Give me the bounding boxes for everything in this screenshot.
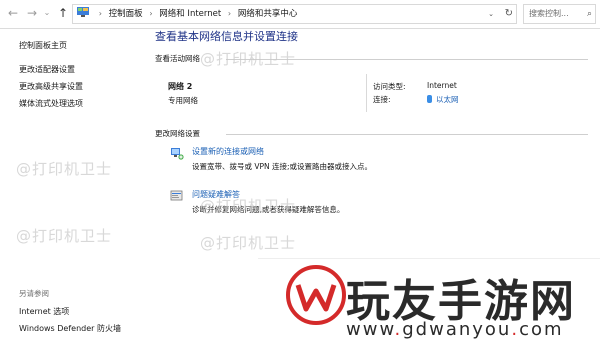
setup-new-connection-link[interactable]: 设置新的连接或网络: [192, 146, 264, 157]
section-divider: [226, 59, 588, 60]
section-divider: [226, 134, 588, 135]
promo-banner: 玩友手游网 www.gdwanyou.com: [258, 258, 600, 347]
change-settings-label: 更改网络设置: [155, 129, 200, 138]
search-icon[interactable]: ⌕: [587, 5, 592, 23]
troubleshoot-problems-link[interactable]: 问题疑难解答: [192, 189, 240, 200]
breadcrumb[interactable]: › 控制面板 › 网络和 Internet › 网络和共享中心 ⌄ ↻: [72, 4, 517, 24]
sidebar-item-defender-firewall[interactable]: Windows Defender 防火墙: [19, 323, 121, 334]
breadcrumb-separator-icon: ›: [227, 9, 232, 18]
breadcrumb-item[interactable]: 网络和共享中心: [238, 9, 298, 19]
sidebar-item-adapter-settings[interactable]: 更改适配器设置: [19, 64, 75, 75]
access-type-label: 访问类型:: [373, 82, 406, 91]
connection-ethernet-link[interactable]: 以太网: [427, 94, 459, 105]
active-networks-label: 查看活动网络: [155, 54, 200, 63]
address-bar: ← → ⌄ ↑ › 控制面板 › 网络和 Internet › 网络和共享中心 …: [0, 0, 600, 29]
address-dropdown-icon[interactable]: ⌄: [488, 5, 494, 23]
up-arrow-icon[interactable]: ↑: [56, 6, 70, 20]
brand-logo-icon: [284, 263, 348, 327]
sidebar-item-control-panel-home[interactable]: 控制面板主页: [19, 40, 67, 51]
column-divider: [366, 74, 367, 112]
network-profile-link[interactable]: 专用网络: [168, 95, 198, 106]
connection-ethernet-label: 以太网: [436, 95, 459, 104]
connections-label: 连接:: [373, 95, 391, 104]
troubleshoot-icon: [170, 188, 184, 202]
ethernet-icon: [427, 95, 432, 103]
chevron-down-icon[interactable]: ⌄: [40, 6, 54, 20]
setup-new-connection-desc: 设置宽带、拨号或 VPN 连接;或设置路由器或接入点。: [192, 162, 373, 171]
sidebar-item-advanced-sharing[interactable]: 更改高级共享设置: [19, 81, 83, 92]
access-type-value: Internet: [427, 81, 457, 90]
domain-part: com: [519, 319, 564, 340]
see-also-heading: 另请参阅: [19, 289, 49, 298]
sidebar-item-internet-options[interactable]: Internet 选项: [19, 306, 69, 317]
left-pane: 控制面板主页 更改适配器设置 更改高级共享设置 媒体流式处理选项 另请参阅 In…: [0, 28, 150, 346]
domain-part: gdwanyou: [402, 319, 512, 340]
control-panel-icon: [77, 6, 89, 17]
breadcrumb-separator-icon: ›: [98, 9, 102, 18]
domain-part: www: [346, 319, 395, 340]
search-placeholder: 搜索控制...: [529, 9, 569, 18]
breadcrumb-item[interactable]: 控制面板: [109, 9, 143, 19]
search-input[interactable]: 搜索控制... ⌕: [523, 4, 596, 24]
sidebar-item-media-streaming[interactable]: 媒体流式处理选项: [19, 98, 83, 109]
network-name: 网络 2: [168, 82, 193, 91]
page-title: 查看基本网络信息并设置连接: [155, 30, 298, 43]
network-setup-icon: [170, 145, 184, 160]
refresh-icon[interactable]: ↻: [505, 5, 513, 23]
breadcrumb-separator-icon: ›: [149, 9, 153, 18]
domain-dot: .: [511, 319, 520, 340]
forward-arrow-icon[interactable]: →: [25, 6, 39, 20]
brand-domain: www.gdwanyou.com: [346, 319, 564, 340]
back-arrow-icon[interactable]: ←: [6, 6, 20, 20]
breadcrumb-item[interactable]: 网络和 Internet: [159, 9, 221, 19]
troubleshoot-problems-desc: 诊断并修复网络问题,或者获得疑难解答信息。: [192, 205, 345, 214]
